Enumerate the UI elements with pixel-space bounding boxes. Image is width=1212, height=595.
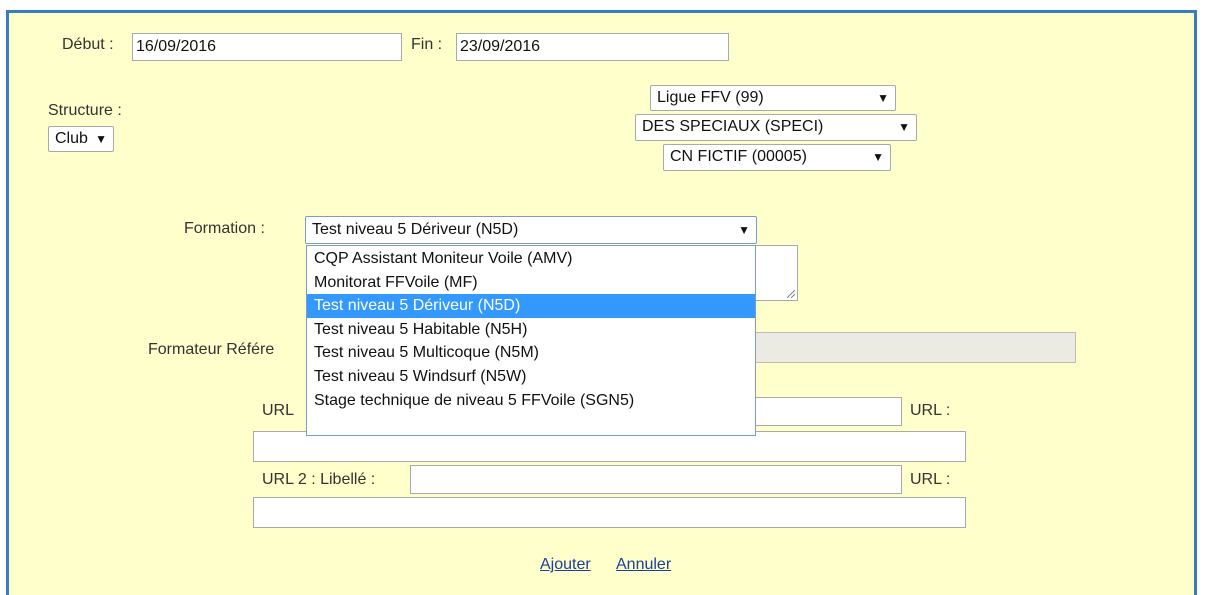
formation-option[interactable]: Test niveau 5 Multicoque (N5M) bbox=[307, 341, 755, 365]
formateur-input bbox=[740, 332, 1076, 363]
dropdown-arrow-icon: ▼ bbox=[872, 150, 884, 164]
formation-option[interactable]: Stage technique de niveau 5 FFVoile (SGN… bbox=[307, 389, 755, 413]
url1-label: URL bbox=[262, 402, 295, 419]
add-link[interactable]: Ajouter bbox=[540, 556, 591, 574]
dropdown-arrow-icon: ▼ bbox=[898, 120, 910, 134]
formation-option[interactable]: Monitorat FFVoile (MF) bbox=[307, 271, 755, 295]
debut-date-input[interactable]: 16/09/2016 bbox=[132, 33, 402, 61]
formation-option[interactable]: CQP Assistant Moniteur Voile (AMV) bbox=[307, 247, 755, 271]
formation-option[interactable]: Test niveau 5 Windsurf (N5W) bbox=[307, 365, 755, 389]
formation-select[interactable]: Test niveau 5 Dériveur (N5D) ▼ bbox=[305, 216, 757, 244]
departement-select-value: DES SPECIAUX (SPECI) bbox=[642, 118, 824, 135]
departement-select[interactable]: DES SPECIAUX (SPECI) ▼ bbox=[635, 114, 917, 141]
url2-libelle-input[interactable] bbox=[410, 465, 902, 494]
formation-option-selected[interactable]: Test niveau 5 Dériveur (N5D) bbox=[307, 294, 755, 318]
club-select-value: CN FICTIF (00005) bbox=[670, 148, 807, 165]
formation-select-value: Test niveau 5 Dériveur (N5D) bbox=[312, 221, 519, 238]
url2-input[interactable] bbox=[253, 497, 966, 528]
dropdown-arrow-icon: ▼ bbox=[877, 91, 889, 105]
ligue-select[interactable]: Ligue FFV (99) ▼ bbox=[650, 85, 896, 111]
debut-date-value: 16/09/2016 bbox=[136, 38, 217, 55]
url1-libelle-input[interactable] bbox=[740, 397, 902, 426]
url1-right-label: URL : bbox=[910, 402, 951, 419]
cancel-link[interactable]: Annuler bbox=[616, 556, 671, 574]
structure-select-value: Club bbox=[55, 130, 88, 147]
formation-label: Formation : bbox=[184, 220, 265, 237]
club-select[interactable]: CN FICTIF (00005) ▼ bbox=[663, 144, 891, 171]
formateur-label: Formateur Référe bbox=[148, 341, 275, 358]
fin-date-value: 23/09/2016 bbox=[460, 38, 541, 55]
fin-date-input[interactable]: 23/09/2016 bbox=[456, 33, 729, 61]
resize-grip-icon[interactable] bbox=[787, 290, 795, 298]
ligue-select-value: Ligue FFV (99) bbox=[657, 89, 764, 106]
url2-right-label: URL : bbox=[910, 471, 951, 488]
structure-select[interactable]: Club ▼ bbox=[48, 126, 114, 152]
url2-label: URL 2 : Libellé : bbox=[262, 471, 376, 488]
debut-label: Début : bbox=[62, 36, 114, 53]
dropdown-arrow-icon: ▼ bbox=[738, 223, 750, 237]
formation-dropdown-list[interactable]: CQP Assistant Moniteur Voile (AMV) Monit… bbox=[306, 245, 756, 436]
fin-label: Fin : bbox=[411, 36, 443, 53]
structure-label: Structure : bbox=[48, 102, 122, 119]
formation-option[interactable]: Test niveau 5 Habitable (N5H) bbox=[307, 318, 755, 342]
dropdown-arrow-icon: ▼ bbox=[95, 132, 107, 146]
